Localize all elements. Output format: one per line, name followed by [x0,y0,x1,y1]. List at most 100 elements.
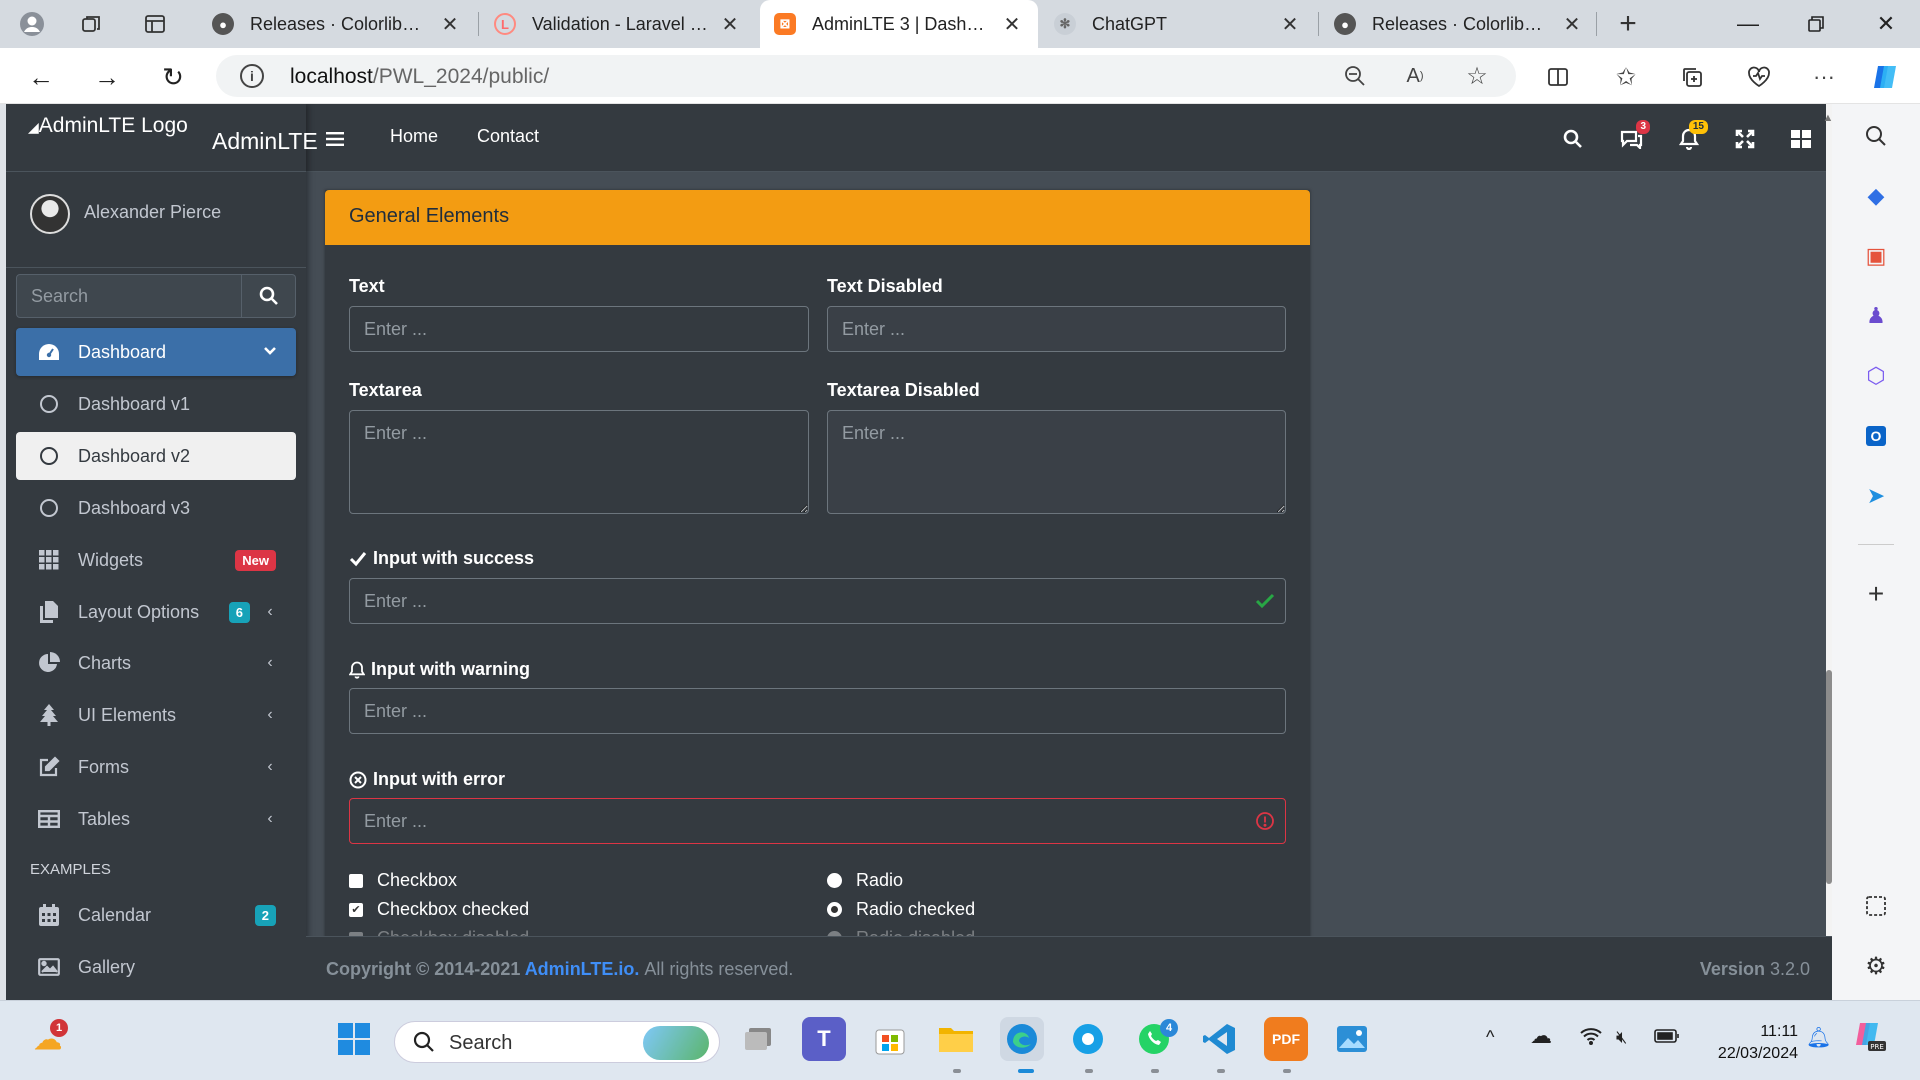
sidebar-item-ui-elements[interactable]: UI Elements ‹ [16,691,296,739]
checkbox-box-checked[interactable]: ✔ [349,902,363,917]
task-view-icon[interactable] [736,1017,780,1061]
copilot-pre-icon[interactable]: PRE [1852,1021,1886,1056]
textarea-input[interactable] [349,410,809,514]
sidebar-item-widgets[interactable]: Widgets New [16,536,296,584]
checkbox[interactable]: Checkbox [349,870,457,891]
outlook-icon[interactable]: O [1856,416,1896,456]
split-screen-icon[interactable] [1541,60,1575,94]
zoom-out-icon[interactable] [1338,59,1372,93]
close-icon[interactable]: ✕ [438,12,462,37]
sidebar-item-layout-options[interactable]: Layout Options 6 ‹ [16,588,296,636]
start-windows-icon[interactable] [332,1017,376,1061]
forward-icon[interactable]: → [90,60,124,94]
read-aloud-icon[interactable]: A) [1398,59,1432,93]
battery-icon[interactable] [1654,1027,1680,1048]
radio-checked[interactable]: Radio checked [827,899,975,920]
close-window-button[interactable]: ✕ [1856,0,1916,48]
edge-browser-icon[interactable] [1000,1017,1044,1061]
messages-icon[interactable]: 3 [1616,120,1650,154]
adminlte-link[interactable]: AdminLTE.io. [525,959,640,979]
workspaces-icon[interactable] [78,10,106,38]
send-icon[interactable]: ➤ [1856,476,1896,516]
more-menu-icon[interactable]: ··· [1807,60,1841,94]
nav-link-home[interactable]: Home [390,126,438,147]
warning-input[interactable] [349,688,1286,734]
favorites-icon[interactable]: ✩ [1609,60,1643,94]
edge-search-icon[interactable] [1856,116,1896,156]
games-icon[interactable]: ♟ [1856,296,1896,336]
browser-essentials-icon[interactable] [1742,60,1776,94]
shopping-tag-icon[interactable]: ◆ [1856,176,1896,216]
control-sidebar-icon[interactable] [1786,124,1816,154]
system-clock[interactable]: 11:11 22/03/2024 [1698,1021,1798,1065]
edge-dev-icon[interactable] [1066,1017,1110,1061]
microsoft365-icon[interactable]: ⬡ [1856,356,1896,396]
brand-link[interactable]: ◢AdminLTE Logo AdminLTE [6,104,318,172]
favorite-star-icon[interactable]: ☆ [1460,59,1494,93]
radio-button-checked[interactable] [827,902,842,917]
teams-icon[interactable]: T [802,1017,846,1061]
tab-adminlte[interactable]: ⊠ AdminLTE 3 | Dashboard ✕ [760,0,1038,48]
success-input[interactable] [349,578,1286,624]
sidebar-item-dashboard-v2[interactable]: Dashboard v2 [16,432,296,480]
user-panel[interactable]: Alexander Pierce [6,172,306,268]
user-name[interactable]: Alexander Pierce [84,202,221,223]
minimize-button[interactable]: — [1718,0,1778,48]
hamburger-menu-icon[interactable] [320,124,350,154]
tools-briefcase-icon[interactable]: ▣ [1856,236,1896,276]
sidebar-search-input[interactable] [16,274,242,318]
sidebar-search-button[interactable] [242,274,296,318]
nav-link-contact[interactable]: Contact [477,126,539,147]
close-icon[interactable]: ✕ [1560,12,1584,37]
sidebar-item-dashboard-v1[interactable]: Dashboard v1 [16,380,296,428]
onedrive-icon[interactable]: ☁ [1530,1023,1552,1049]
screenshot-icon[interactable] [1856,886,1896,926]
error-input[interactable] [349,798,1286,844]
collections-icon[interactable] [1675,60,1709,94]
tab-releases-2[interactable]: ● Releases · ColorlibHQ/AdminLTE ✕ [1320,0,1598,48]
url-text[interactable]: localhost/PWL_2024/public/ [290,65,549,89]
close-icon[interactable]: ✕ [1278,12,1302,37]
url-field[interactable]: i localhost/PWL_2024/public/ A) ☆ [216,55,1516,97]
tab-releases-1[interactable]: ● Releases · ColorlibHQ/AdminLTE ✕ [198,0,476,48]
back-icon[interactable]: ← [24,60,58,94]
pdf-reader-icon[interactable]: PDF [1264,1017,1308,1061]
sidebar-item-calendar[interactable]: Calendar 2 [16,891,296,939]
radio[interactable]: Radio [827,870,903,891]
sidebar-item-forms[interactable]: Forms ‹ [16,743,296,791]
add-sidebar-app-icon[interactable]: + [1856,574,1896,614]
tab-chatgpt[interactable]: ✻ ChatGPT ✕ [1040,0,1316,48]
new-tab-icon[interactable]: + [1614,7,1642,40]
sidebar-item-dashboard[interactable]: Dashboard [16,328,296,376]
copilot-icon[interactable] [1868,60,1902,94]
fullscreen-icon[interactable] [1730,124,1760,154]
site-info-icon[interactable]: i [240,64,264,88]
notifications-bell-icon[interactable]: 15 [1674,120,1708,154]
microsoft-store-icon[interactable] [868,1017,912,1061]
notification-bell-icon[interactable]: 🔔︎ [1806,1025,1831,1050]
close-icon[interactable]: ✕ [1000,12,1024,37]
photos-icon[interactable] [1330,1017,1374,1061]
text-input[interactable] [349,306,809,352]
volume-muted-icon[interactable]: 🔇︎ [1616,1027,1627,1048]
radio-button[interactable] [827,873,842,888]
navbar-search-icon[interactable] [1558,124,1588,154]
sidebar-item-tables[interactable]: Tables ‹ [16,795,296,843]
sidebar-item-dashboard-v3[interactable]: Dashboard v3 [16,484,296,532]
sidebar-item-charts[interactable]: Charts ‹ [16,639,296,687]
close-icon[interactable]: ✕ [718,12,742,37]
file-explorer-icon[interactable] [934,1017,978,1061]
settings-gear-icon[interactable]: ⚙ [1856,946,1896,986]
wifi-icon[interactable] [1580,1027,1602,1050]
profile-icon[interactable] [18,10,46,38]
checkbox-box[interactable] [349,873,363,888]
show-hidden-icons-icon[interactable]: ^ [1486,1027,1494,1048]
sidebar-item-gallery[interactable]: Gallery [16,943,296,991]
taskbar-search[interactable]: Search [394,1021,720,1063]
tab-actions-icon[interactable] [141,10,169,38]
restore-button[interactable] [1786,0,1846,48]
refresh-icon[interactable]: ↻ [156,60,190,94]
checkbox-checked[interactable]: ✔ Checkbox checked [349,899,529,920]
tab-validation[interactable]: L Validation - Laravel 10.x ✕ [480,0,756,48]
vscode-icon[interactable] [1198,1017,1242,1061]
